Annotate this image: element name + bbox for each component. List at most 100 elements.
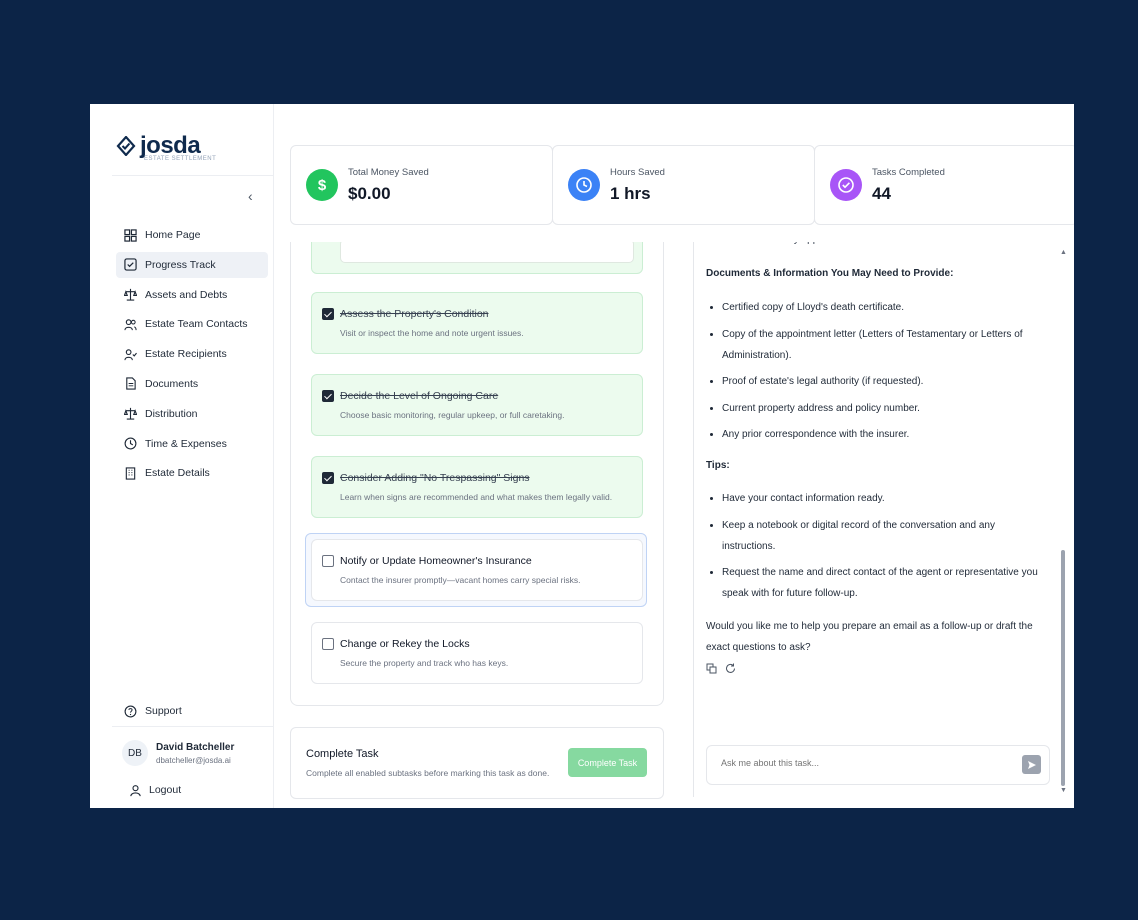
list-item: Certified copy of Lloyd's death certific… — [722, 297, 1046, 318]
subtask-title: Decide the Level of Ongoing Care — [340, 390, 499, 402]
sidebar-item-home-page[interactable]: Home Page — [116, 222, 268, 248]
list-item: Have your contact information ready. — [722, 488, 1046, 509]
chat-scrollbar[interactable]: ▲ ▼ — [1058, 242, 1068, 797]
complete-task-title: Complete Task — [306, 748, 379, 760]
sidebar-item-estate-recipients[interactable]: Estate Recipients — [116, 341, 268, 367]
list-item: Copy of the appointment letter (Letters … — [722, 324, 1046, 366]
avatar: DB — [122, 740, 148, 766]
chat-input[interactable] — [719, 757, 1013, 769]
sidebar-item-label: Assets and Debts — [145, 288, 228, 301]
sidebar-item-assets-and-debts[interactable]: Assets and Debts — [116, 282, 268, 308]
clock-icon — [123, 437, 137, 451]
subtask-card[interactable]: Change or Rekey the Locks Secure the pro… — [311, 622, 643, 684]
subtask-description: Secure the property and track who has ke… — [340, 658, 509, 668]
sidebar-item-label: Home Page — [145, 229, 201, 241]
divider — [112, 175, 273, 176]
subtask-title: Change or Rekey the Locks — [340, 638, 470, 650]
sidebar-item-estate-details[interactable]: Estate Details — [116, 460, 268, 486]
chat-input-box — [706, 745, 1050, 785]
stat-card-tasks-completed: Tasks Completed 44 — [814, 145, 1074, 225]
sidebar-item-label: Estate Recipients — [145, 348, 227, 361]
brand-logo[interactable]: josda — [116, 132, 201, 159]
sidebar-item-label: Distribution — [145, 407, 198, 420]
list-item: Keep a notebook or digital record of the… — [722, 515, 1046, 557]
chat-heading: Tips: — [706, 460, 730, 471]
subtask-checkbox[interactable] — [322, 390, 334, 402]
stat-label: Hours Saved — [610, 166, 665, 178]
collapse-sidebar-button[interactable]: ‹ — [248, 188, 253, 204]
list-item: Current property address and policy numb… — [722, 398, 1046, 419]
chat-text-partial: documentation of my appointment as execu… — [706, 242, 1046, 250]
chat-tips-list: Have your contact information ready. Kee… — [706, 488, 1046, 604]
check-circle-icon — [830, 169, 862, 201]
subtask-checkbox[interactable] — [322, 308, 334, 320]
sidebar-item-label: Time & Expenses — [145, 437, 227, 450]
sidebar-item-distribution[interactable]: Distribution — [116, 401, 268, 427]
subtask-card[interactable] — [311, 242, 643, 274]
user-icon — [128, 783, 142, 797]
subtask-description: Contact the insurer promptly—vacant home… — [340, 575, 581, 585]
stat-value: 1 hrs — [610, 183, 651, 203]
logout-button[interactable]: Logout — [128, 783, 181, 797]
refresh-icon[interactable] — [725, 661, 736, 682]
subtask-description: Learn when signs are recommended and wha… — [340, 492, 613, 502]
sidebar-item-label: Progress Track — [145, 258, 216, 271]
complete-task-description: Complete all enabled subtasks before mar… — [306, 768, 550, 778]
subtask-description: Visit or inspect the home and note urgen… — [340, 328, 524, 338]
user-profile[interactable]: DB David Batcheller dbatcheller@josda.ai — [122, 740, 234, 766]
subtask-title: Notify or Update Homeowner's Insurance — [340, 555, 532, 567]
copy-icon[interactable] — [706, 661, 717, 682]
chat-message-tools — [706, 661, 1046, 682]
send-icon — [1027, 760, 1036, 769]
help-circle-icon — [123, 704, 137, 718]
sidebar-item-time-and-expenses[interactable]: Time & Expenses — [116, 431, 268, 457]
users-icon — [123, 317, 137, 331]
stat-value: 44 — [872, 183, 891, 203]
logo-icon — [116, 136, 136, 156]
scroll-thumb[interactable] — [1061, 550, 1065, 786]
sidebar-item-progress-track[interactable]: Progress Track — [116, 251, 268, 278]
brand-tagline: ESTATE SETTLEMENT — [144, 156, 217, 162]
list-item: Proof of estate's legal authority (if re… — [722, 371, 1046, 392]
scroll-up-icon[interactable]: ▲ — [1060, 249, 1067, 256]
logout-label: Logout — [149, 784, 182, 796]
sidebar-item-estate-team-contacts[interactable]: Estate Team Contacts — [116, 311, 268, 337]
subtask-card[interactable]: Decide the Level of Ongoing Care Choose … — [311, 374, 643, 436]
scale-icon — [123, 407, 137, 421]
stat-label: Total Money Saved — [348, 166, 429, 178]
list-item: Request the name and direct contact of t… — [722, 562, 1046, 604]
app-window: josda ESTATE SETTLEMENT ‹ Home Page Prog… — [90, 104, 1074, 808]
subtask-inner-field — [340, 242, 634, 263]
sidebar: josda ESTATE SETTLEMENT ‹ Home Page Prog… — [90, 104, 274, 808]
sidebar-item-label: Estate Details — [145, 467, 210, 480]
sidebar-item-support[interactable]: Support — [123, 704, 182, 718]
chat-heading: Documents & Information You May Need to … — [706, 268, 954, 279]
stat-card-hours-saved: Hours Saved 1 hrs — [552, 145, 815, 225]
subtask-checkbox[interactable] — [322, 555, 334, 567]
complete-task-button[interactable]: Complete Task — [568, 748, 647, 777]
subtask-card-selected[interactable]: Notify or Update Homeowner's Insurance C… — [311, 539, 643, 601]
sidebar-nav: Home Page Progress Track Assets and Debt… — [116, 222, 268, 490]
send-button[interactable] — [1022, 755, 1041, 774]
building-icon — [123, 466, 137, 480]
clock-icon — [568, 169, 600, 201]
file-icon — [123, 377, 137, 391]
sidebar-item-documents[interactable]: Documents — [116, 371, 268, 397]
subtask-checkbox[interactable] — [322, 472, 334, 484]
list-item: Any prior correspondence with the insure… — [722, 424, 1046, 445]
subtask-title: Assess the Property's Condition — [340, 308, 489, 320]
dollar-icon: $ — [306, 169, 338, 201]
stat-value: $0.00 — [348, 183, 391, 203]
subtask-checkbox[interactable] — [322, 638, 334, 650]
user-check-icon — [123, 347, 137, 361]
divider — [112, 726, 273, 727]
subtask-title: Consider Adding "No Trespassing" Signs — [340, 472, 530, 484]
scroll-down-icon[interactable]: ▼ — [1060, 787, 1067, 794]
subtask-card[interactable]: Assess the Property's Condition Visit or… — [311, 292, 643, 354]
stat-label: Tasks Completed — [872, 166, 945, 178]
stat-card-money-saved: $ Total Money Saved $0.00 — [290, 145, 553, 225]
subtask-card[interactable]: Consider Adding "No Trespassing" Signs L… — [311, 456, 643, 518]
brand-name: josda — [140, 132, 201, 159]
complete-task-panel: Complete Task Complete all enabled subta… — [290, 727, 664, 799]
checkbox-icon — [123, 258, 137, 272]
